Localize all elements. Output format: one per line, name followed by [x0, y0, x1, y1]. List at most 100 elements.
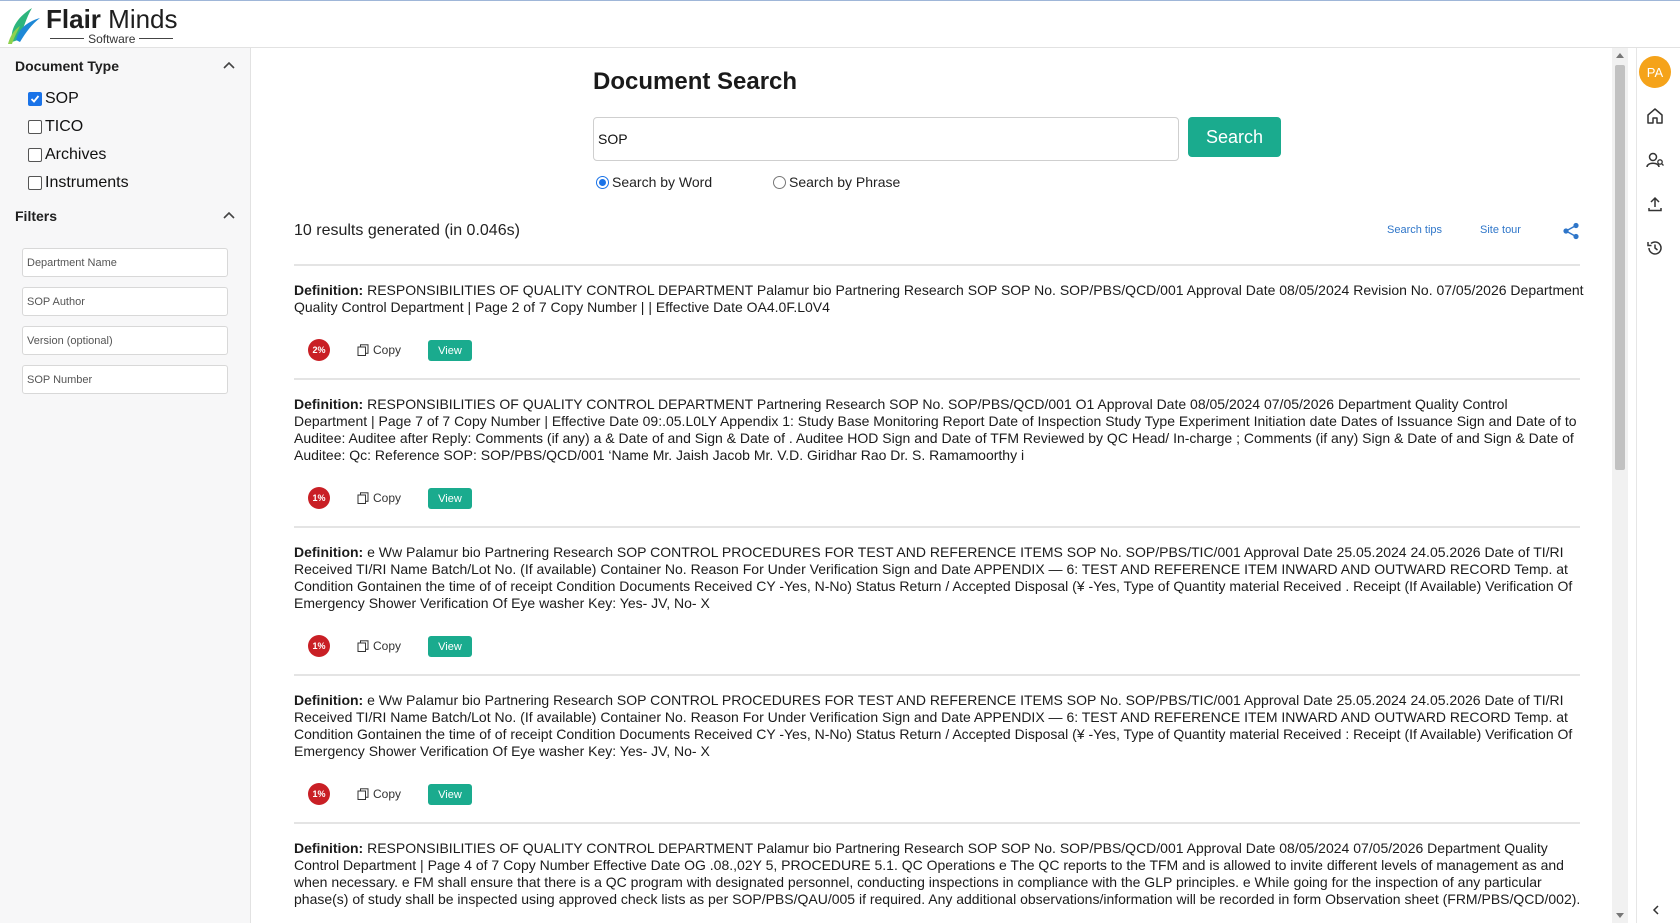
relevance-badge: 1%: [308, 635, 330, 657]
doc-type-tico[interactable]: TICO: [28, 116, 83, 138]
copy-label: Copy: [373, 639, 402, 653]
result-definition: e Ww Palamur bio Partnering Research SOP…: [294, 544, 1573, 611]
filters-heading: Filters: [15, 208, 58, 224]
checkmark-icon: [30, 95, 40, 103]
search-input-value: SOP: [598, 131, 628, 147]
doc-type-instruments[interactable]: Instruments: [28, 172, 129, 194]
result-text: Definition: RESPONSIBILITIES OF QUALITY …: [294, 282, 1584, 316]
copy-label: Copy: [373, 491, 402, 505]
relevance-badge: 1%: [308, 783, 330, 805]
document-type-heading: Document Type: [15, 58, 119, 74]
document-type-header[interactable]: Document Type: [15, 58, 237, 74]
copy-label: Copy: [373, 787, 402, 801]
doc-type-label: Instruments: [45, 174, 129, 191]
chevron-left-icon[interactable]: [1650, 904, 1662, 916]
placeholder-text: SOP Author: [27, 295, 85, 308]
search-button[interactable]: Search: [1188, 117, 1281, 157]
copy-button[interactable]: Copy: [357, 787, 401, 801]
definition-label: Definition:: [294, 396, 364, 412]
page-title: Document Search: [593, 68, 798, 95]
doc-type-label: TICO: [45, 118, 84, 135]
checkbox-sop[interactable]: [28, 92, 42, 106]
relevance-badge: 1%: [308, 487, 330, 509]
home-icon[interactable]: [1645, 106, 1665, 126]
view-button[interactable]: View: [428, 636, 472, 657]
radio-search-by-phrase[interactable]: [773, 175, 786, 189]
right-rail: [1636, 48, 1680, 923]
avatar[interactable]: PA: [1639, 56, 1671, 88]
result-divider: [294, 674, 1580, 676]
share-icon[interactable]: [1562, 222, 1580, 240]
brand-leaf-icon: [8, 8, 40, 44]
result-definition: e Ww Palamur bio Partnering Research SOP…: [294, 692, 1573, 759]
result-definition: RESPONSIBILITIES OF QUALITY CONTROL DEPA…: [294, 396, 1577, 463]
main-scrollbar[interactable]: [1612, 48, 1628, 923]
scroll-up-arrow-icon[interactable]: [1616, 53, 1624, 58]
relevance-badge: 2%: [308, 339, 330, 361]
placeholder-text: SOP Number: [27, 373, 93, 386]
chevron-up-icon[interactable]: [221, 58, 237, 74]
doc-type-archives[interactable]: Archives: [28, 144, 106, 166]
result-divider: [294, 526, 1580, 528]
result-definition: RESPONSIBILITIES OF QUALITY CONTROL DEPA…: [294, 282, 1584, 315]
top-header: Flair Minds Software: [0, 0, 1680, 48]
placeholder-text: Department Name: [27, 256, 117, 269]
copy-label: Copy: [373, 343, 402, 357]
brand-wordmark: Flair Minds Software: [46, 6, 178, 45]
placeholder-text: Version (optional): [27, 334, 113, 347]
definition-label: Definition:: [294, 282, 364, 298]
scroll-down-arrow-icon[interactable]: [1616, 913, 1624, 918]
search-tips-link[interactable]: Search tips: [1387, 224, 1442, 236]
checkbox-tico[interactable]: [28, 120, 42, 134]
doc-type-sop[interactable]: SOP: [28, 88, 79, 110]
search-by-phrase-option[interactable]: Search by Phrase: [773, 174, 900, 190]
site-tour-link[interactable]: Site tour: [1480, 224, 1521, 236]
definition-label: Definition:: [294, 840, 364, 856]
result-divider: [294, 264, 1580, 266]
view-button[interactable]: View: [428, 340, 472, 361]
filters-header[interactable]: Filters: [15, 208, 237, 224]
sop-number-input[interactable]: SOP Number: [22, 365, 228, 394]
doc-type-label: SOP: [45, 90, 79, 107]
search-mode-label: Search by Phrase: [789, 174, 901, 190]
upload-icon[interactable]: [1645, 194, 1665, 214]
doc-type-label: Archives: [45, 146, 107, 163]
copy-button[interactable]: Copy: [357, 491, 401, 505]
view-button[interactable]: View: [428, 784, 472, 805]
version-input[interactable]: Version (optional): [22, 326, 228, 355]
results-summary: 10 results generated (in 0.046s): [294, 222, 520, 239]
brand-logo[interactable]: Flair Minds Software: [4, 3, 178, 47]
brand-tagline: Software: [46, 33, 177, 45]
copy-icon: [357, 344, 369, 356]
brand-name-light: Minds: [108, 3, 178, 34]
search-input[interactable]: SOP: [593, 117, 1179, 161]
search-by-word-option[interactable]: Search by Word: [596, 174, 712, 190]
definition-label: Definition:: [294, 544, 364, 560]
history-icon[interactable]: [1645, 238, 1665, 258]
department-name-input[interactable]: Department Name: [22, 248, 228, 277]
copy-icon: [357, 788, 369, 800]
sop-author-input[interactable]: SOP Author: [22, 287, 228, 316]
result-text: Definition: e Ww Palamur bio Partnering …: [294, 544, 1584, 612]
left-sidebar: Document Type SOP TICO Archives Instrume…: [0, 48, 251, 923]
copy-button[interactable]: Copy: [357, 639, 401, 653]
result-text: Definition: RESPONSIBILITIES OF QUALITY …: [294, 840, 1584, 908]
result-divider: [294, 822, 1580, 824]
radio-search-by-word[interactable]: [596, 175, 609, 189]
chevron-up-icon[interactable]: [221, 208, 237, 224]
checkbox-instruments[interactable]: [28, 176, 42, 190]
view-button[interactable]: View: [428, 488, 472, 509]
search-mode-label: Search by Word: [612, 174, 713, 190]
copy-icon: [357, 492, 369, 504]
copy-button[interactable]: Copy: [357, 343, 401, 357]
result-text: Definition: RESPONSIBILITIES OF QUALITY …: [294, 396, 1584, 464]
scrollbar-thumb[interactable]: [1615, 65, 1625, 470]
definition-label: Definition:: [294, 692, 364, 708]
checkbox-archives[interactable]: [28, 148, 42, 162]
result-text: Definition: e Ww Palamur bio Partnering …: [294, 692, 1584, 760]
user-search-icon[interactable]: [1645, 150, 1665, 170]
copy-icon: [357, 640, 369, 652]
brand-name-bold: Flair: [46, 3, 101, 34]
result-divider: [294, 378, 1580, 380]
result-definition: RESPONSIBILITIES OF QUALITY CONTROL DEPA…: [294, 840, 1581, 907]
